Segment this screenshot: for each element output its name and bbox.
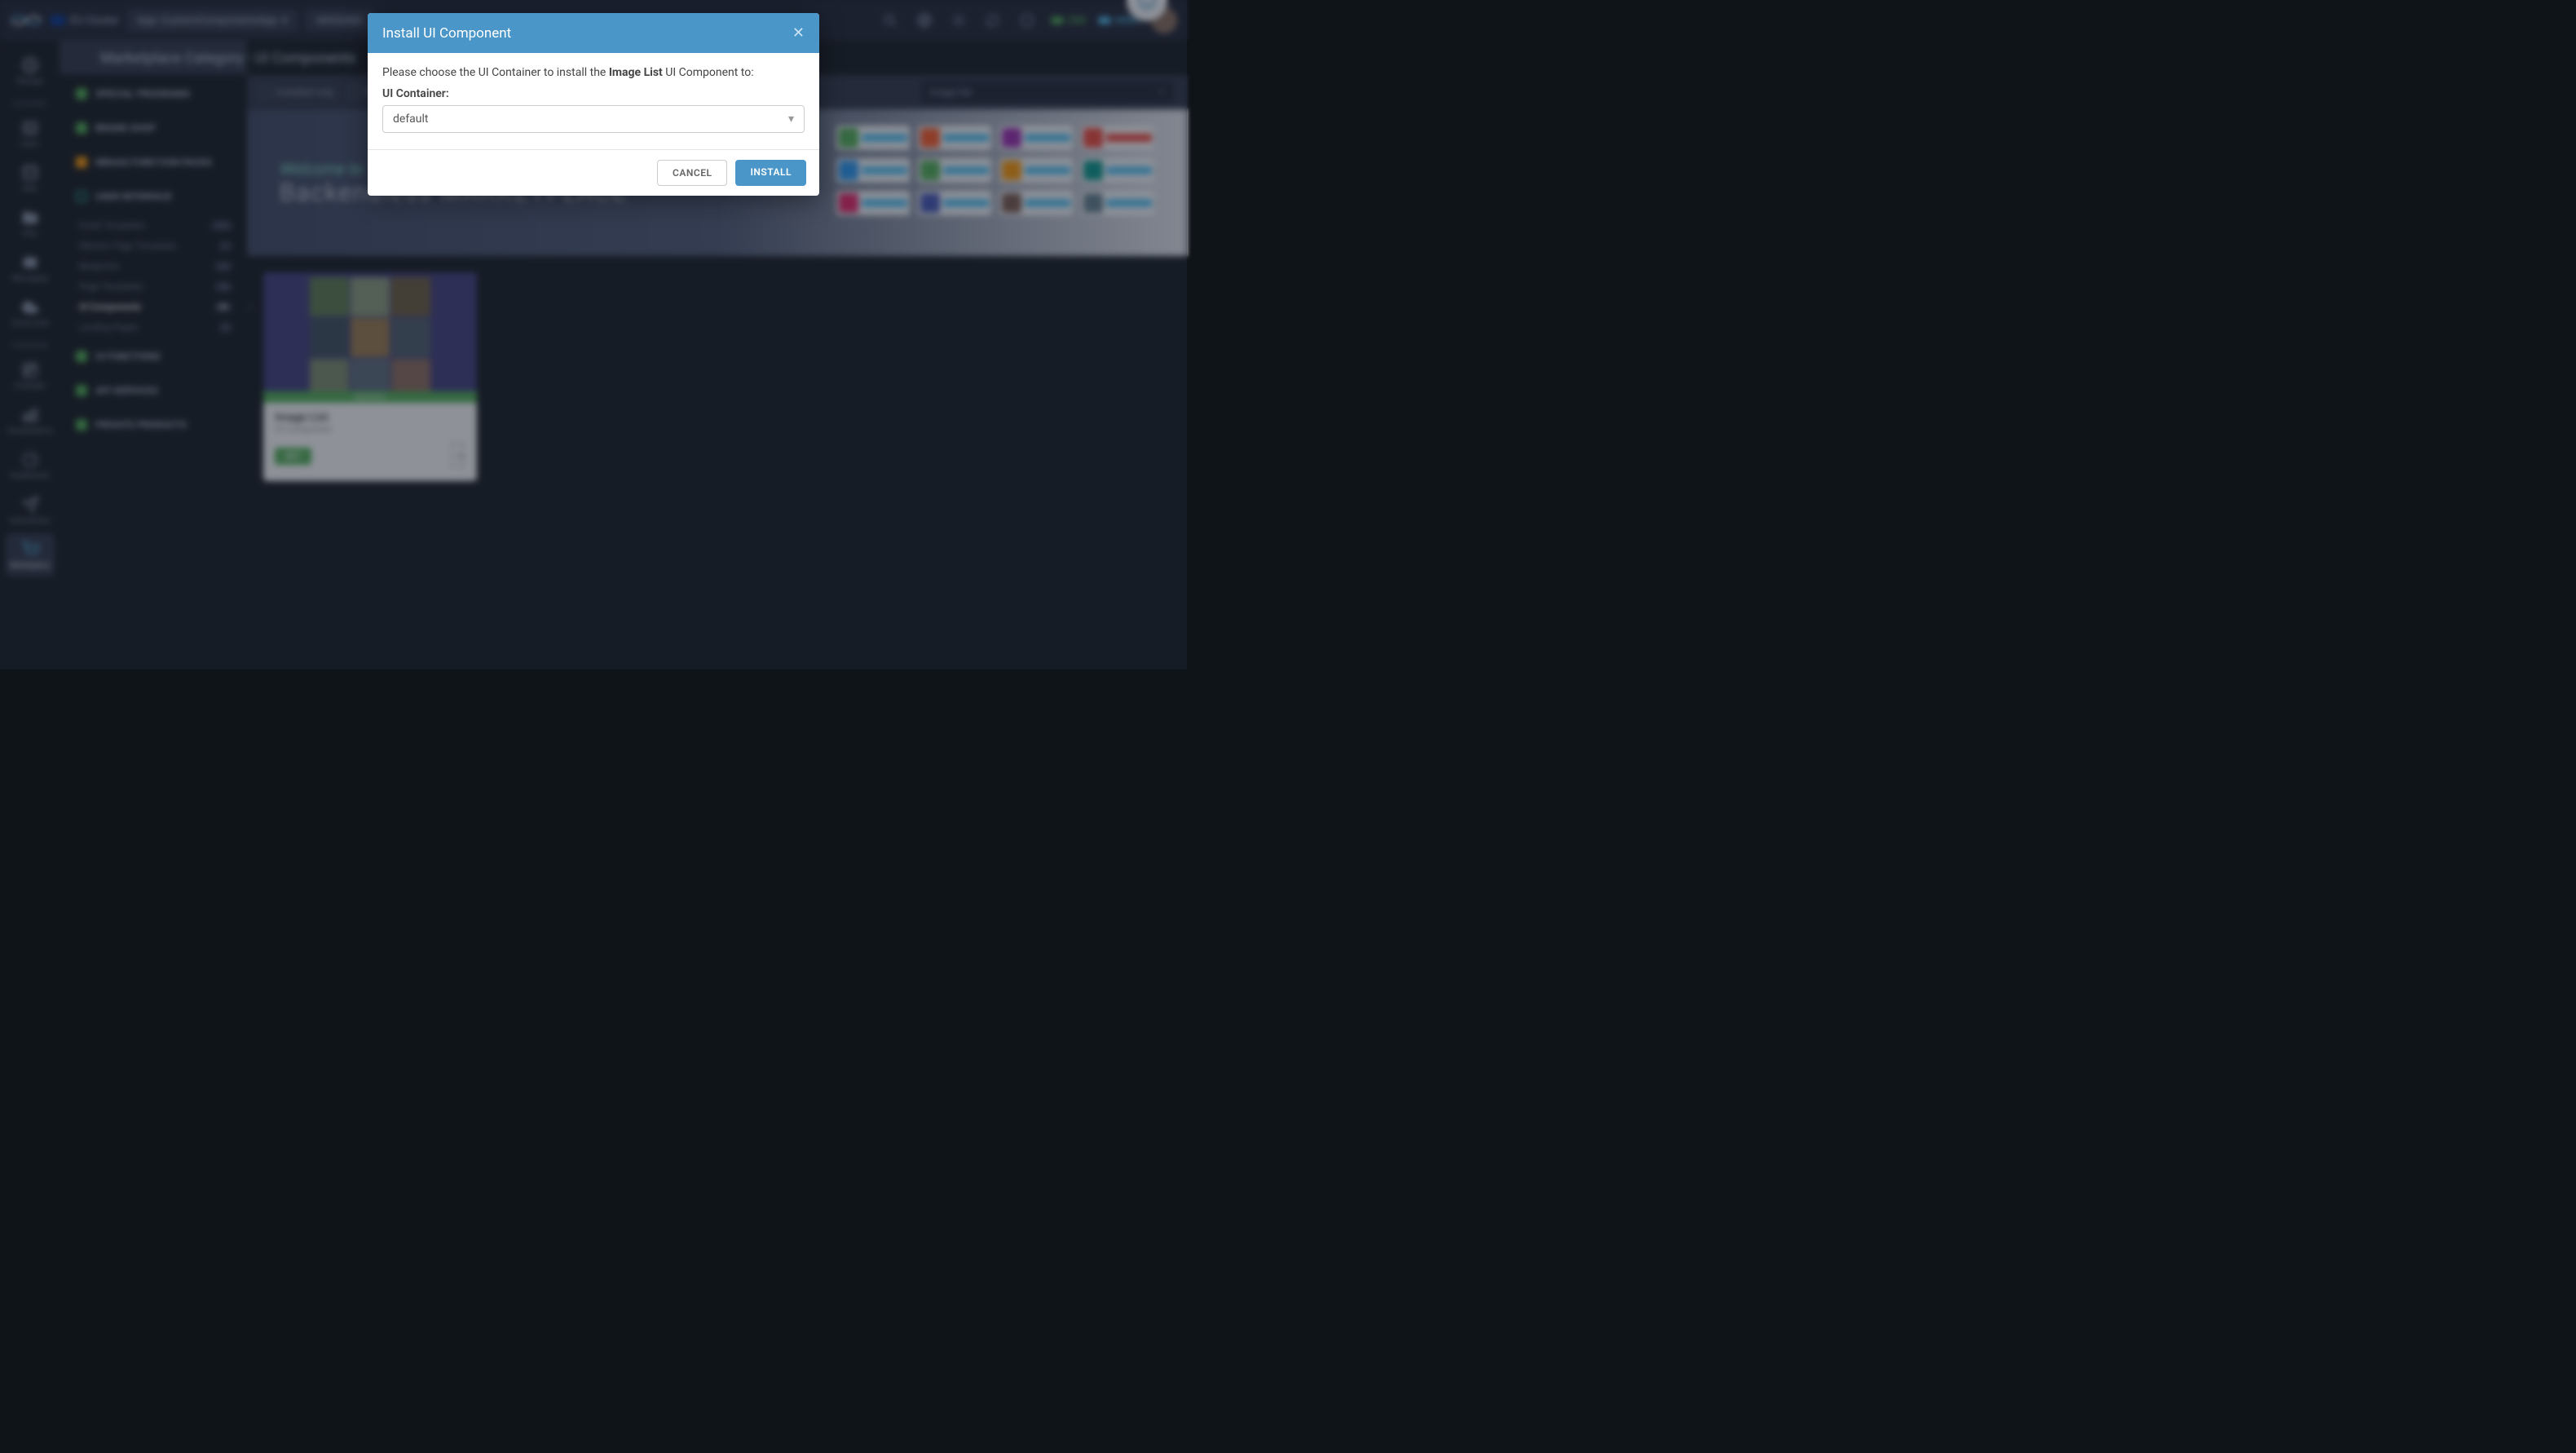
close-icon[interactable]: ✕: [792, 24, 805, 42]
chevron-down-icon: ▾: [788, 113, 794, 126]
prompt-component-name: Image List: [609, 66, 663, 79]
cancel-button[interactable]: CANCEL: [657, 160, 727, 186]
prompt-pre: Please choose the UI Container to instal…: [382, 66, 609, 79]
ui-container-select[interactable]: default ▾: [382, 105, 805, 133]
install-modal: Install UI Component ✕ Please choose the…: [368, 13, 819, 196]
install-button[interactable]: INSTALL: [735, 160, 806, 186]
select-value: default: [393, 113, 429, 126]
container-label: UI Container:: [382, 87, 805, 100]
modal-footer: CANCEL INSTALL: [368, 149, 819, 196]
modal-header: Install UI Component ✕: [368, 13, 819, 53]
modal-title: Install UI Component: [382, 25, 511, 42]
modal-prompt: Please choose the UI Container to instal…: [382, 66, 805, 79]
prompt-post: UI Component to:: [663, 66, 754, 79]
